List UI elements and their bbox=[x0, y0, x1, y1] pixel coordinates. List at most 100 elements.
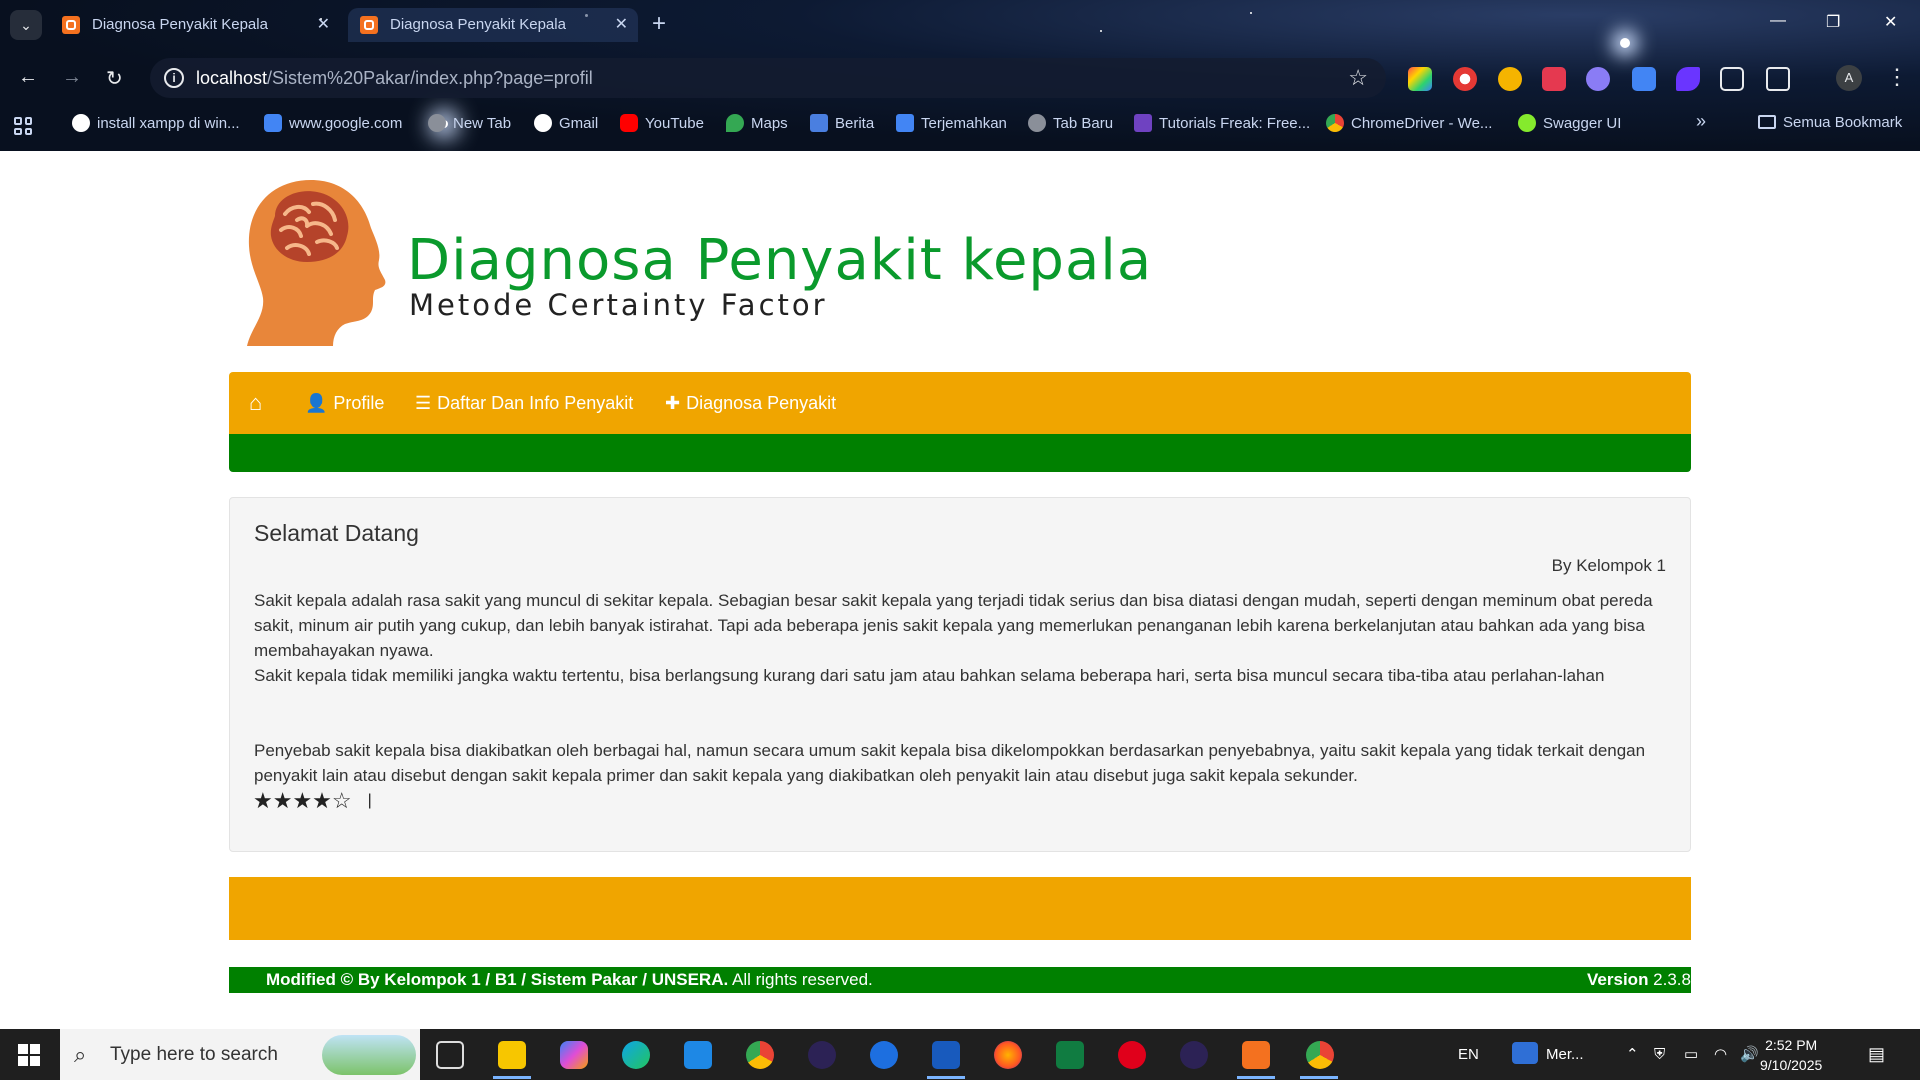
nav-daftar-penyakit[interactable]: ☰ Daftar Dan Info Penyakit bbox=[415, 372, 633, 434]
site-header: Diagnosa Penyakit kepala Metode Certaint… bbox=[229, 176, 1691, 346]
site-info-icon[interactable]: i bbox=[164, 68, 184, 88]
security-icon[interactable]: ⛨ bbox=[1654, 1029, 1665, 1080]
xampp-icon[interactable] bbox=[1242, 1041, 1270, 1069]
new-tab-button[interactable]: + bbox=[652, 10, 666, 38]
bookmark-item[interactable]: Gmail bbox=[534, 114, 598, 132]
more-bookmarks-chevron-icon[interactable]: » bbox=[1696, 111, 1706, 132]
extension-yellow-icon[interactable] bbox=[1498, 67, 1522, 91]
active-indicator bbox=[1300, 1076, 1338, 1079]
search-icon: ⌕ bbox=[74, 1042, 87, 1067]
outlook-icon bbox=[1512, 1042, 1538, 1064]
forward-arrow-icon[interactable]: → bbox=[62, 66, 82, 89]
extension-reader-icon[interactable] bbox=[1720, 67, 1744, 91]
panel-paragraph-2: Penyebab sakit kepala bisa diakibatkan o… bbox=[254, 741, 1646, 785]
panel-heading: Selamat Datang bbox=[254, 520, 419, 546]
bookmark-item[interactable]: ChromeDriver - We... bbox=[1326, 114, 1492, 132]
globe-icon bbox=[1028, 114, 1046, 132]
nav-home[interactable]: ⌂ bbox=[249, 372, 262, 434]
notification-icon[interactable]: ▤ bbox=[1868, 1029, 1885, 1080]
bookmark-item[interactable]: Tab Baru bbox=[1028, 114, 1113, 132]
address-bar[interactable]: i localhost/Sistem%20Pakar/index.php?pag… bbox=[150, 58, 1386, 98]
nav-profile[interactable]: 👤 Profile bbox=[305, 372, 384, 434]
bookmark-item[interactable]: Swagger UI bbox=[1518, 114, 1621, 132]
bookmark-item[interactable]: www.google.com bbox=[264, 114, 402, 132]
edge-icon[interactable] bbox=[622, 1041, 650, 1069]
active-indicator bbox=[927, 1076, 965, 1079]
browser-toolbar: ← → ↻ i localhost/Sistem%20Pakar/index.p… bbox=[0, 56, 1920, 102]
widget-weather[interactable]: Mer... bbox=[1512, 1029, 1584, 1080]
windows-taskbar: ⌕ Type here to search EN Mer... ⌃ ⛨ ▭ ◠ … bbox=[0, 1029, 1920, 1080]
footer-orange-band bbox=[229, 877, 1691, 940]
battery-icon[interactable]: ▭ bbox=[1684, 1029, 1698, 1080]
chrome-icon[interactable] bbox=[746, 1041, 774, 1069]
close-tab-icon[interactable]: ✕ bbox=[615, 8, 628, 42]
tab-search-button[interactable]: ⌄ bbox=[10, 10, 42, 40]
nav-diagnosa-penyakit[interactable]: ✚ Diagnosa Penyakit bbox=[665, 372, 836, 434]
app-store-icon[interactable] bbox=[870, 1041, 898, 1069]
panel-paragraph-1: Sakit kepala adalah rasa sakit yang munc… bbox=[254, 591, 1653, 685]
file-explorer-icon[interactable] bbox=[498, 1041, 526, 1069]
taskbar-search-box[interactable]: ⌕ Type here to search bbox=[60, 1029, 420, 1080]
rating-cursor: | bbox=[367, 792, 372, 809]
active-indicator bbox=[493, 1076, 531, 1079]
bookmark-item[interactable]: install xampp di win... bbox=[72, 114, 240, 132]
bookmark-item[interactable]: Maps bbox=[726, 114, 788, 132]
eclipse-icon[interactable] bbox=[808, 1041, 836, 1069]
all-bookmarks-folder[interactable]: Semua Bookmark bbox=[1758, 114, 1902, 131]
extension-ghost-icon[interactable] bbox=[1586, 67, 1610, 91]
footer-copyright: Modified © By Kelompok 1 / B1 / Sistem P… bbox=[266, 970, 873, 989]
volume-icon[interactable]: 🔊 bbox=[1740, 1029, 1759, 1080]
system-clock[interactable]: 2:52 PM 9/10/2025 bbox=[1760, 1035, 1822, 1075]
bookmark-item[interactable]: YouTube bbox=[620, 114, 704, 132]
browser-tab-2[interactable]: Diagnosa Penyakit Kepala ✕ bbox=[348, 8, 638, 42]
globe-icon bbox=[428, 114, 446, 132]
extension-pokeball-icon[interactable] bbox=[1453, 67, 1477, 91]
firefox-icon[interactable] bbox=[994, 1041, 1022, 1069]
bookmark-item[interactable]: Tutorials Freak: Free... bbox=[1134, 114, 1310, 132]
search-highlight-image bbox=[322, 1035, 416, 1075]
google-icon bbox=[534, 114, 552, 132]
browser-menu-icon[interactable]: ⋮ bbox=[1886, 64, 1908, 90]
news-icon bbox=[810, 114, 828, 132]
extension-translate-icon[interactable] bbox=[1632, 67, 1656, 91]
word-icon[interactable] bbox=[932, 1041, 960, 1069]
apps-grid-icon[interactable] bbox=[14, 117, 32, 135]
tab-strip: ⌄ Diagnosa Penyakit Kepala ✕ Diagnosa Pe… bbox=[0, 0, 1920, 50]
bookmark-star-icon[interactable]: ☆ bbox=[1348, 58, 1368, 98]
tab-title: Diagnosa Penyakit Kepala bbox=[390, 16, 566, 33]
opera-icon[interactable] bbox=[1118, 1041, 1146, 1069]
panel-byline: By Kelompok 1 bbox=[1551, 556, 1666, 575]
vscode-icon[interactable] bbox=[684, 1041, 712, 1069]
reload-icon[interactable]: ↻ bbox=[106, 66, 123, 91]
browser-tab-1[interactable]: Diagnosa Penyakit Kepala ✕ bbox=[50, 8, 340, 42]
profile-avatar[interactable]: A bbox=[1836, 65, 1862, 91]
restore-icon[interactable]: ❐ bbox=[1826, 12, 1840, 32]
bookmark-item[interactable]: New Tab bbox=[428, 114, 511, 132]
extension-purple-icon[interactable] bbox=[1676, 67, 1700, 91]
back-arrow-icon[interactable]: ← bbox=[18, 66, 38, 89]
windows-start-icon[interactable] bbox=[18, 1044, 40, 1066]
wifi-icon[interactable]: ◠ bbox=[1714, 1029, 1727, 1080]
browser-chrome: ⌄ Diagnosa Penyakit Kepala ✕ Diagnosa Pe… bbox=[0, 0, 1920, 151]
extension-red-icon[interactable] bbox=[1542, 67, 1566, 91]
bookmark-item[interactable]: Terjemahkan bbox=[896, 114, 1007, 132]
star-rating[interactable]: ★★★★☆ | bbox=[253, 788, 372, 814]
extension-color-icon[interactable] bbox=[1408, 67, 1432, 91]
excel-icon[interactable] bbox=[1056, 1041, 1084, 1069]
xampp-favicon-icon bbox=[360, 16, 378, 34]
chrome-profile-icon[interactable] bbox=[1306, 1041, 1334, 1069]
chevron-up-icon[interactable]: ⌃ bbox=[1626, 1029, 1639, 1080]
bookmark-item[interactable]: Berita bbox=[810, 114, 874, 132]
url-path: /Sistem%20Pakar/index.php?page=profil bbox=[267, 68, 593, 88]
eclipse-ide-icon[interactable] bbox=[1180, 1041, 1208, 1069]
xampp-favicon-icon bbox=[62, 16, 80, 34]
close-window-icon[interactable]: ✕ bbox=[1884, 12, 1897, 32]
copilot-icon[interactable] bbox=[560, 1041, 588, 1069]
minimize-icon[interactable]: — bbox=[1770, 12, 1786, 30]
close-tab-icon[interactable]: ✕ bbox=[317, 8, 330, 42]
rating-stars[interactable]: ★★★★☆ bbox=[253, 788, 352, 813]
language-indicator[interactable]: EN bbox=[1458, 1029, 1479, 1080]
task-view-icon[interactable] bbox=[436, 1041, 464, 1069]
extensions-puzzle-icon[interactable] bbox=[1766, 67, 1790, 91]
search-icon bbox=[264, 114, 282, 132]
